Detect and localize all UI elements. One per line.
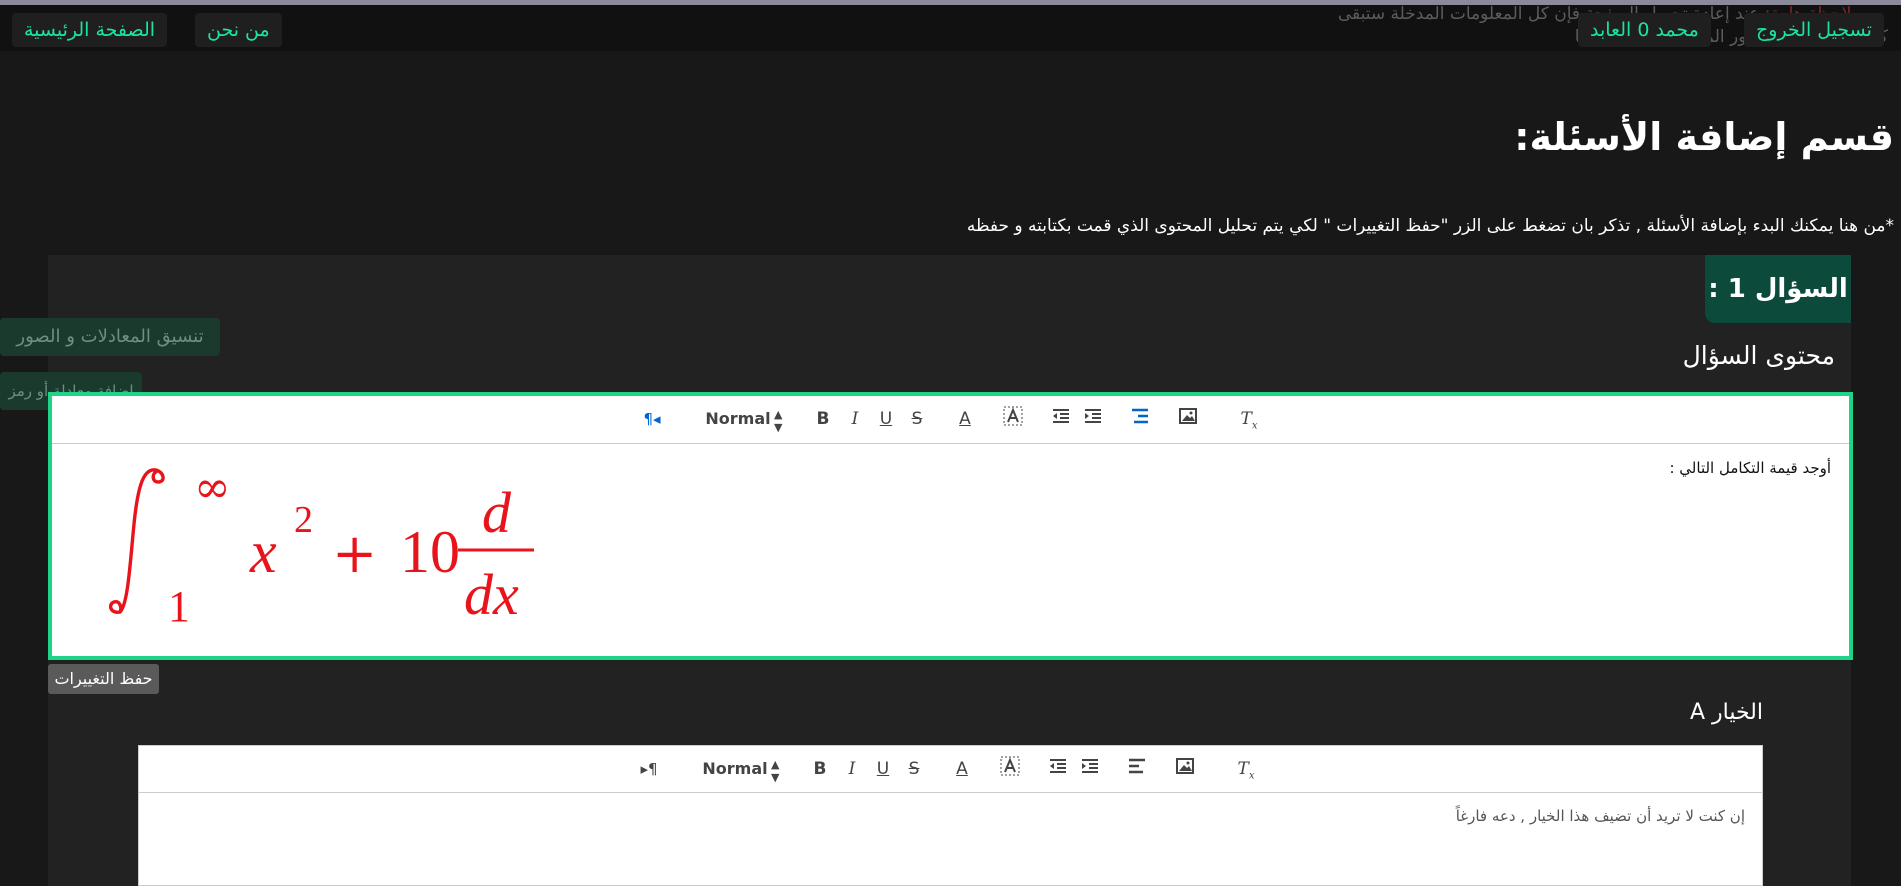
question-text: أوجد قيمة التكامل التالي : — [1669, 459, 1831, 477]
nav-about-link[interactable]: من نحن — [195, 13, 282, 47]
question-number-badge: السؤال 1 : — [1705, 255, 1851, 323]
image-icon — [1176, 758, 1194, 774]
strike-button[interactable]: S — [903, 756, 925, 782]
indent-button[interactable] — [1081, 406, 1105, 432]
format-select[interactable]: Normal ▲ ▼ — [688, 406, 788, 434]
question-editor[interactable]: ¶◂ Normal ▲ ▼ B I U S A Tx أوجد قيمة الت… — [48, 392, 1853, 660]
strike-button[interactable]: S — [906, 406, 928, 432]
underline-button[interactable]: U — [872, 756, 894, 782]
option-a-label: الخيار A — [1689, 700, 1763, 725]
formula-exponent: 2 — [294, 499, 313, 541]
indent-icon — [1082, 759, 1098, 773]
option-a-toolbar: ▸¶ Normal ▲ ▼ B I U S A Tx — [139, 746, 1762, 793]
integral-upper: ∞ — [194, 464, 231, 513]
format-select[interactable]: Normal ▲ ▼ — [685, 756, 785, 784]
image-button[interactable] — [1176, 406, 1200, 432]
option-a-editor[interactable]: ▸¶ Normal ▲ ▼ B I U S A Tx إن كنت لا تري… — [138, 745, 1763, 886]
logout-button[interactable]: تسجيل الخروج — [1744, 13, 1884, 47]
align-left-button[interactable] — [1125, 756, 1149, 782]
align-right-button[interactable] — [1128, 406, 1152, 432]
underline-button[interactable]: U — [875, 406, 897, 432]
background-color-icon — [1000, 756, 1020, 776]
bold-button[interactable]: B — [809, 756, 831, 782]
fraction-denominator: dx — [464, 562, 519, 627]
formula-base: x — [249, 519, 277, 585]
option-a-placeholder: إن كنت لا تريد أن تضيف هذا الخيار , دعه … — [1455, 807, 1745, 825]
integral-sign — [108, 468, 165, 614]
fraction-numerator: d — [482, 480, 512, 545]
italic-button[interactable]: I — [841, 756, 863, 782]
clear-format-icon: Tx — [1237, 759, 1255, 782]
text-direction-icon[interactable]: ¶◂ — [641, 406, 663, 432]
save-changes-button[interactable]: حفظ التغييرات — [48, 664, 159, 694]
formula-coefficient: 10 — [400, 519, 460, 585]
clear-format-button[interactable]: Tx — [1236, 406, 1262, 432]
italic-button[interactable]: I — [844, 406, 866, 432]
bold-button[interactable]: B — [812, 406, 834, 432]
question-editor-toolbar: ¶◂ Normal ▲ ▼ B I U S A Tx — [52, 396, 1849, 444]
text-color-button[interactable]: A — [954, 406, 976, 432]
navbar: الصفحة الرئيسية من نحن ملاحظة هامة: عند … — [0, 4, 1901, 51]
text-color-button[interactable]: A — [951, 756, 973, 782]
page-title: قسم إضافة الأسئلة: — [1514, 115, 1894, 159]
outdent-icon — [1053, 409, 1069, 423]
background-color-icon — [1003, 406, 1023, 426]
question-content-label: محتوى السؤال — [1682, 341, 1835, 370]
question-formula: 1 ∞ x 2 + 10 d dx — [108, 464, 534, 631]
clear-format-button[interactable]: Tx — [1233, 756, 1259, 782]
formula-operator: + — [332, 522, 377, 585]
select-arrows-icon: ▲ ▼ — [774, 408, 783, 434]
select-arrows-icon: ▲ ▼ — [771, 758, 780, 784]
text-direction-icon[interactable]: ▸¶ — [638, 756, 660, 782]
image-button[interactable] — [1173, 756, 1197, 782]
image-icon — [1179, 408, 1197, 424]
background-color-button[interactable] — [1001, 406, 1025, 432]
background-color-button[interactable] — [998, 756, 1022, 782]
intro-text: *من هنا يمكنك البدء بإضافة الأسئلة , تذك… — [966, 216, 1894, 236]
integral-lower: 1 — [168, 582, 190, 631]
outdent-icon — [1050, 759, 1066, 773]
format-equations-button[interactable]: تنسيق المعادلات و الصور — [0, 318, 220, 356]
outdent-button[interactable] — [1049, 406, 1073, 432]
align-left-icon — [1129, 758, 1145, 774]
indent-button[interactable] — [1078, 756, 1102, 782]
nav-user-link[interactable]: محمد 0 العابد — [1578, 13, 1711, 47]
nav-home-link[interactable]: الصفحة الرئيسية — [12, 13, 168, 47]
outdent-button[interactable] — [1046, 756, 1070, 782]
indent-icon — [1085, 409, 1101, 423]
clear-format-icon: Tx — [1240, 409, 1258, 432]
align-right-icon — [1132, 408, 1148, 424]
